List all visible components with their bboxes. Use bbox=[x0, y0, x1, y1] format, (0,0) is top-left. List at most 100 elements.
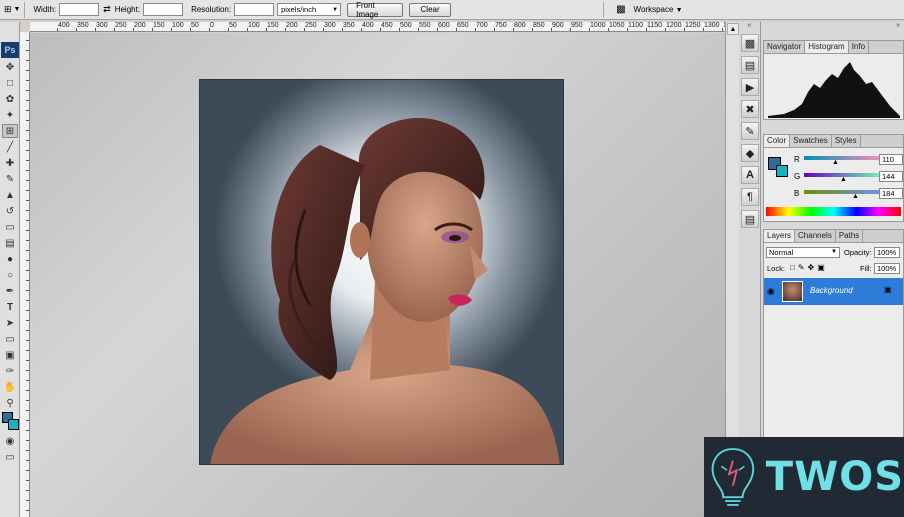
brush-tool-icon[interactable]: ✎ bbox=[2, 172, 18, 186]
visibility-eye-icon[interactable]: ◉ bbox=[767, 286, 775, 297]
g-slider-thumb-icon[interactable]: ▲ bbox=[840, 176, 847, 183]
magic-wand-tool-icon[interactable]: ✦ bbox=[2, 108, 18, 122]
histogram-graph bbox=[768, 62, 900, 118]
marquee-tool-icon[interactable]: □ bbox=[2, 76, 18, 90]
r-value-input[interactable]: 110 bbox=[879, 154, 903, 165]
tab-info[interactable]: Info bbox=[849, 41, 870, 53]
type-tool-icon[interactable]: T bbox=[2, 300, 18, 314]
ruler-tick bbox=[133, 28, 134, 31]
slice-tool-icon[interactable]: ╱ bbox=[2, 140, 18, 154]
twos-watermark: TWOS bbox=[704, 437, 904, 517]
ruler-tick bbox=[456, 28, 457, 31]
tool-presets-icon[interactable]: ✖ bbox=[741, 100, 759, 118]
zoom-tool-icon[interactable]: ⚲ bbox=[2, 396, 18, 410]
height-input[interactable] bbox=[143, 3, 184, 16]
lock-icon: ▣ bbox=[884, 285, 892, 294]
document-canvas[interactable] bbox=[199, 79, 564, 465]
shape-tool-icon[interactable]: ▭ bbox=[2, 332, 18, 346]
color-swatches[interactable] bbox=[1, 412, 19, 432]
tool-preset-dropdown-icon[interactable]: ▼ bbox=[14, 6, 21, 13]
layer-row[interactable]: ◉ Background ▣ bbox=[764, 278, 903, 305]
fill-input[interactable]: 100% bbox=[874, 263, 900, 274]
workspace-menu[interactable]: Workspace ▼ bbox=[634, 5, 683, 14]
ruler-label: 400 bbox=[362, 22, 374, 29]
r-slider-thumb-icon[interactable]: ▲ bbox=[832, 159, 839, 166]
ruler-label: 850 bbox=[533, 22, 545, 29]
ruler-tick bbox=[171, 28, 172, 31]
collapse-panels-icon[interactable]: » bbox=[761, 22, 904, 30]
tab-channels[interactable]: Channels bbox=[795, 230, 836, 242]
b-slider[interactable] bbox=[804, 190, 884, 194]
chevron-down-icon: ▼ bbox=[332, 6, 339, 13]
clear-button[interactable]: Clear bbox=[409, 2, 452, 17]
lasso-tool-icon[interactable]: ✿ bbox=[2, 92, 18, 106]
path-selection-tool-icon[interactable]: ➤ bbox=[2, 316, 18, 330]
width-input[interactable] bbox=[59, 3, 100, 16]
info-panel-icon[interactable]: ▤ bbox=[741, 210, 759, 228]
quick-mask-icon[interactable]: ◉ bbox=[2, 434, 18, 448]
resolution-unit-select[interactable]: pixels/inch ▼ bbox=[277, 3, 342, 16]
ruler-tick bbox=[76, 28, 77, 31]
ruler-label: 1050 bbox=[609, 22, 625, 29]
blend-mode-select[interactable]: Normal ▼ bbox=[766, 247, 840, 258]
eyedropper-tool-icon[interactable]: ✑ bbox=[2, 364, 18, 378]
tab-paths[interactable]: Paths bbox=[836, 230, 864, 242]
screen-mode-icon[interactable]: ▭ bbox=[2, 450, 18, 464]
ruler-tick bbox=[95, 28, 96, 31]
b-value-input[interactable]: 184 bbox=[879, 188, 903, 199]
g-value-input[interactable]: 144 bbox=[879, 171, 903, 182]
front-image-button[interactable]: Front Image bbox=[347, 1, 404, 19]
hand-tool-icon[interactable]: ✋ bbox=[2, 380, 18, 394]
character-icon[interactable]: A bbox=[741, 166, 759, 184]
dodge-tool-icon[interactable]: ○ bbox=[2, 268, 18, 282]
ruler-label: 950 bbox=[571, 22, 583, 29]
actions-icon[interactable]: ▶ bbox=[741, 78, 759, 96]
eraser-tool-icon[interactable]: ▭ bbox=[2, 220, 18, 234]
background-color-swatch[interactable] bbox=[8, 419, 19, 430]
layer-comps-icon[interactable]: ▩ bbox=[741, 34, 759, 52]
brushes-icon[interactable]: ✎ bbox=[741, 122, 759, 140]
layers-panel: Layers Channels Paths Normal ▼ Opacity: … bbox=[763, 229, 904, 459]
portrait-image bbox=[210, 117, 560, 464]
tab-histogram[interactable]: Histogram bbox=[805, 41, 849, 53]
tab-color[interactable]: Color bbox=[764, 135, 791, 147]
crop-tool-icon[interactable]: ⊞ bbox=[4, 4, 12, 15]
pen-tool-icon[interactable]: ✒ bbox=[2, 284, 18, 298]
tab-navigator[interactable]: Navigator bbox=[764, 41, 806, 53]
history-brush-tool-icon[interactable]: ↺ bbox=[2, 204, 18, 218]
resolution-input[interactable] bbox=[234, 3, 275, 16]
collapse-dock-icon[interactable]: « bbox=[739, 22, 760, 30]
paragraph-icon[interactable]: ¶ bbox=[741, 188, 759, 206]
ruler-tick bbox=[494, 28, 495, 31]
scroll-up-icon[interactable]: ▲ bbox=[727, 23, 739, 35]
ruler-tick bbox=[323, 28, 324, 31]
resolution-unit-value: pixels/inch bbox=[281, 5, 317, 14]
clone-stamp-tool-icon[interactable]: ▲ bbox=[2, 188, 18, 202]
b-slider-thumb-icon[interactable]: ▲ bbox=[852, 193, 859, 200]
ruler-label: 1150 bbox=[647, 22, 663, 29]
crop-tool-icon[interactable]: ⊞ bbox=[2, 124, 18, 138]
brushes-palette-icon[interactable]: ▩ bbox=[616, 4, 625, 15]
r-label: R bbox=[794, 155, 800, 164]
color-spectrum-ramp[interactable] bbox=[766, 207, 901, 216]
history-icon[interactable]: ▤ bbox=[741, 56, 759, 74]
healing-brush-tool-icon[interactable]: ✚ bbox=[2, 156, 18, 170]
ruler-label: 600 bbox=[438, 22, 450, 29]
notes-tool-icon[interactable]: ▣ bbox=[2, 348, 18, 362]
tab-layers[interactable]: Layers bbox=[764, 230, 796, 242]
r-slider[interactable] bbox=[804, 156, 884, 160]
tab-swatches[interactable]: Swatches bbox=[790, 135, 832, 147]
lock-options-icon[interactable]: □✎✥▣ bbox=[790, 263, 828, 272]
ruler-tick bbox=[114, 28, 115, 31]
background-color-swatch[interactable] bbox=[776, 165, 788, 177]
blur-tool-icon[interactable]: ● bbox=[2, 252, 18, 266]
ruler-label: 400 bbox=[58, 22, 70, 29]
layer-name[interactable]: Background bbox=[810, 286, 853, 295]
tab-styles[interactable]: Styles bbox=[832, 135, 861, 147]
swap-dimensions-icon[interactable]: ⇄ bbox=[103, 4, 111, 15]
move-tool-icon[interactable]: ✥ bbox=[2, 60, 18, 74]
clone-source-icon[interactable]: ◆ bbox=[741, 144, 759, 162]
gradient-tool-icon[interactable]: ▤ bbox=[2, 236, 18, 250]
opacity-input[interactable]: 100% bbox=[874, 247, 900, 258]
ruler-tick bbox=[646, 28, 647, 31]
